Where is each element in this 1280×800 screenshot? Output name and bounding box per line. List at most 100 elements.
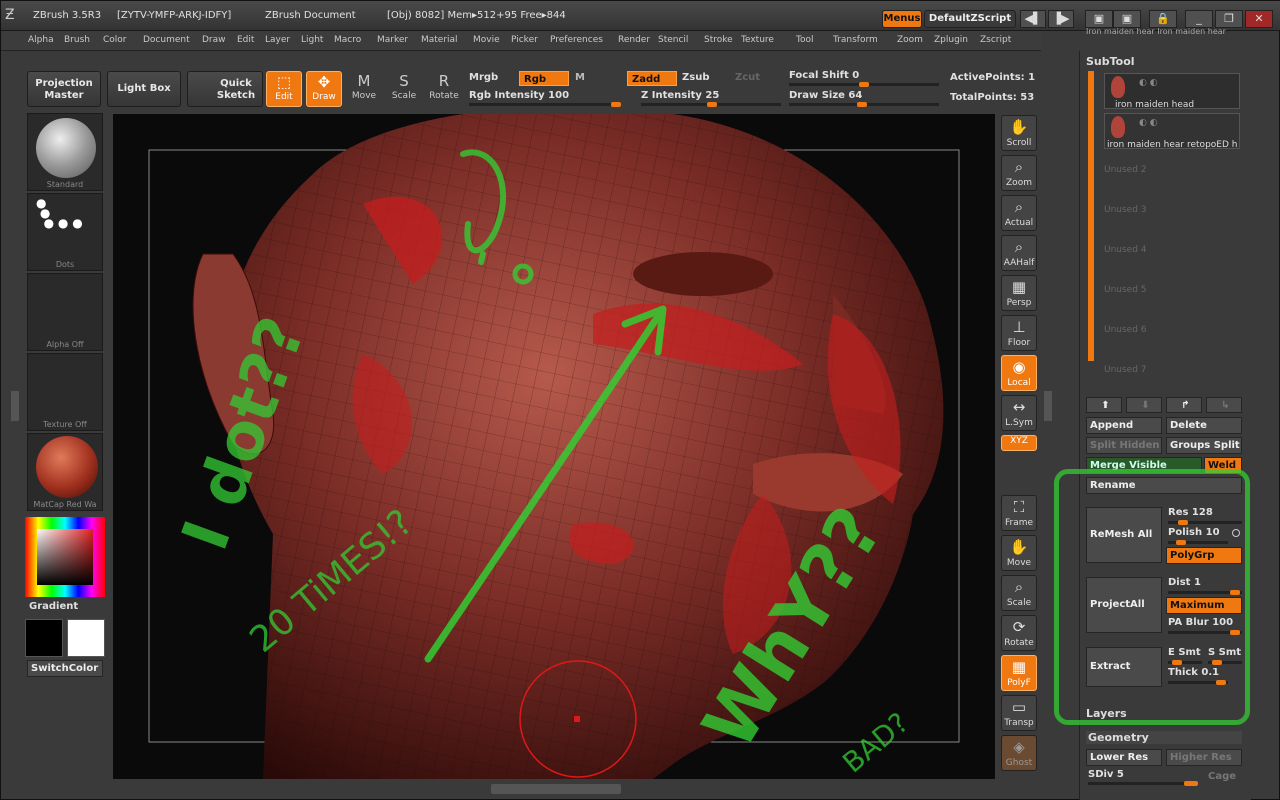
menu-item-preferences[interactable]: Preferences [550, 35, 603, 45]
shelf-xyz-button[interactable]: XYZ [1001, 435, 1037, 451]
gradient-label[interactable]: Gradient [29, 601, 78, 612]
scroll-left-icon[interactable]: ◀▌ [1020, 10, 1046, 28]
sdiv-slider[interactable] [1088, 781, 1198, 786]
menu-item-marker[interactable]: Marker [377, 35, 408, 45]
close-icon[interactable]: ✕ [1245, 10, 1273, 28]
menu-item-texture[interactable]: Texture [741, 35, 774, 45]
rgb-intensity-slider[interactable] [469, 102, 621, 107]
menu-item-movie[interactable]: Movie [473, 35, 500, 45]
shelf-aahalf-button[interactable]: ⌕ AAHalf [1001, 235, 1037, 271]
menu-item-color[interactable]: Color [103, 35, 127, 45]
arrow-down-icon[interactable]: ⬇ [1126, 397, 1162, 413]
layers-header[interactable]: Layers [1086, 707, 1242, 720]
scroll-right-icon[interactable]: ▐▶ [1048, 10, 1074, 28]
mrgb-button[interactable]: Mrgb [469, 72, 498, 83]
shelf-move-button[interactable]: ✋ Move [1001, 535, 1037, 571]
mode-rotate-button[interactable]: R Rotate [426, 71, 462, 107]
subtool-header[interactable]: SubTool [1086, 55, 1242, 68]
shelf-frame-button[interactable]: ⛶ Frame [1001, 495, 1037, 531]
brush-thumbnail[interactable]: Standard [27, 113, 103, 191]
subtool-scrollbar[interactable] [1088, 71, 1094, 361]
mode-draw-button[interactable]: ✥ Draw [306, 71, 342, 107]
menu-item-zoom[interactable]: Zoom [897, 35, 923, 45]
arrow-redo-icon[interactable]: ↱ [1166, 397, 1202, 413]
split-hidden-button[interactable]: Split Hidden [1086, 437, 1162, 454]
mode-scale-button[interactable]: S Scale [386, 71, 422, 107]
layout-2-icon[interactable]: ▣ [1113, 10, 1141, 28]
menu-item-light[interactable]: Light [301, 35, 323, 45]
menu-item-edit[interactable]: Edit [237, 35, 254, 45]
arrow-up-icon[interactable]: ⬆ [1086, 397, 1122, 413]
subtool-slot-unused[interactable]: Unused 4 [1104, 233, 1240, 269]
menu-item-render[interactable]: Render [618, 35, 650, 45]
subtool-eye-icon[interactable]: ◐ ◐ [1139, 118, 1158, 128]
zadd-button[interactable]: Zadd [627, 71, 677, 86]
menu-item-material[interactable]: Material [421, 35, 458, 45]
layout-1-icon[interactable]: ▣ [1085, 10, 1113, 28]
stroke-thumbnail[interactable]: ● ● ● ● ● Dots [27, 193, 103, 271]
right-tray-handle[interactable] [1044, 391, 1052, 421]
lock-icon[interactable]: 🔒 [1149, 10, 1177, 28]
lower-res-button[interactable]: Lower Res [1086, 749, 1162, 766]
zcut-button[interactable]: Zcut [735, 72, 760, 83]
menu-item-transform[interactable]: Transform [833, 35, 878, 45]
alpha-thumbnail[interactable]: Alpha Off [27, 273, 103, 351]
shelf-scale-button[interactable]: ⌕ Scale [1001, 575, 1037, 611]
shelf-actual-button[interactable]: ⌕ Actual [1001, 195, 1037, 231]
subtool-slot-unused[interactable]: Unused 2 [1104, 153, 1240, 189]
main-color-swatch[interactable] [25, 619, 63, 657]
menus-button[interactable]: Menus [882, 10, 922, 28]
menu-item-stencil[interactable]: Stencil [658, 35, 688, 45]
arrow-undo-icon[interactable]: ↳ [1206, 397, 1242, 413]
shelf-polyf-button[interactable]: ▦ PolyF [1001, 655, 1037, 691]
cage-button[interactable]: Cage [1208, 771, 1236, 782]
menu-item-zplugin[interactable]: Zplugin [934, 35, 968, 45]
subtool-eye-icon[interactable]: ◐ ◐ [1139, 78, 1158, 88]
texture-thumbnail[interactable]: Texture Off [27, 353, 103, 431]
mode-edit-button[interactable]: ⬚ Edit [266, 71, 302, 107]
menu-item-draw[interactable]: Draw [202, 35, 226, 45]
menu-item-macro[interactable]: Macro [334, 35, 361, 45]
shelf-local-button[interactable]: ◉ Local [1001, 355, 1037, 391]
default-zscript-button[interactable]: DefaultZScript [924, 10, 1016, 28]
menu-item-brush[interactable]: Brush [64, 35, 90, 45]
light-box-button[interactable]: Light Box [107, 71, 181, 107]
z-intensity-slider[interactable] [641, 102, 781, 107]
subtool-item-1[interactable]: ◐ ◐ iron maiden head [1104, 73, 1240, 110]
zsub-button[interactable]: Zsub [682, 72, 709, 83]
menu-item-layer[interactable]: Layer [265, 35, 290, 45]
shelf-ghost-button[interactable]: ◈ Ghost [1001, 735, 1037, 771]
focal-shift-slider[interactable] [789, 82, 939, 87]
menu-item-alpha[interactable]: Alpha [28, 35, 54, 45]
higher-res-button[interactable]: Higher Res [1166, 749, 1242, 766]
subtool-slot-unused[interactable]: Unused 5 [1104, 273, 1240, 309]
subtool-slot-unused[interactable]: Unused 3 [1104, 193, 1240, 229]
m-button[interactable]: M [575, 72, 585, 83]
menu-item-zscript[interactable]: Zscript [980, 35, 1011, 45]
color-saturation-square[interactable] [37, 529, 93, 585]
subtool-slot-unused[interactable]: Unused 7 [1104, 353, 1240, 389]
switch-color-button[interactable]: SwitchColor [27, 660, 103, 677]
rgb-button[interactable]: Rgb [519, 71, 569, 86]
append-button[interactable]: Append [1086, 417, 1162, 434]
left-tray-handle[interactable] [11, 391, 19, 421]
draw-size-slider[interactable] [789, 102, 939, 107]
document-canvas[interactable]: I dot?? 20 TiMES!? WhY?? BAD? [113, 114, 995, 779]
bottom-tray-handle[interactable] [491, 784, 621, 794]
subtool-item-2[interactable]: ◐ ◐ iron maiden hear retopoED h [1104, 113, 1240, 150]
projection-master-button[interactable]: Projection Master [27, 71, 101, 107]
quick-sketch-button[interactable]: Quick Sketch [187, 71, 263, 107]
menu-item-stroke[interactable]: Stroke [704, 35, 733, 45]
shelf-lsym-button[interactable]: ↔ L.Sym [1001, 395, 1037, 431]
menu-item-tool[interactable]: Tool [796, 35, 813, 45]
sculpt-viewport[interactable]: I dot?? 20 TiMES!? WhY?? BAD? [113, 114, 995, 779]
shelf-rotate-button[interactable]: ⟳ Rotate [1001, 615, 1037, 651]
secondary-color-swatch[interactable] [67, 619, 105, 657]
groups-split-button[interactable]: Groups Split [1166, 437, 1242, 454]
delete-button[interactable]: Delete [1166, 417, 1242, 434]
shelf-floor-button[interactable]: ⊥ Floor [1001, 315, 1037, 351]
shelf-zoom-button[interactable]: ⌕ Zoom [1001, 155, 1037, 191]
geometry-header[interactable]: Geometry [1086, 731, 1242, 744]
shelf-transp-button[interactable]: ▭ Transp [1001, 695, 1037, 731]
menu-item-document[interactable]: Document [143, 35, 190, 45]
